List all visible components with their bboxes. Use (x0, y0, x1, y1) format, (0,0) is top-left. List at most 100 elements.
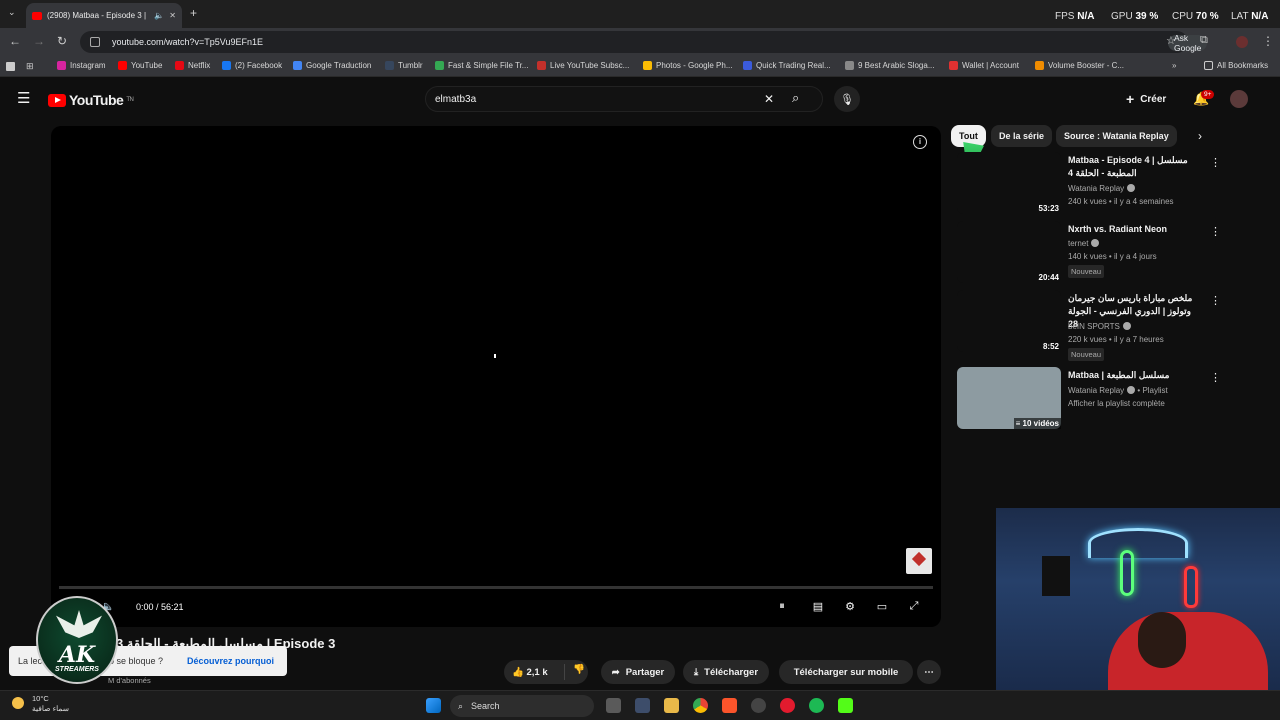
bookmark-6[interactable]: Fast & Simple File Tr... (435, 61, 528, 70)
more-actions-button[interactable]: ⋯ (917, 660, 941, 684)
task-view-icon[interactable] (606, 698, 621, 713)
more-horizontal-icon: ⋯ (924, 666, 934, 678)
chevron-right-icon[interactable]: › (1198, 129, 1202, 143)
more-vert-icon[interactable]: ⋮ (1210, 371, 1221, 384)
side-video-channel[interactable]: beIN SPORTS (1068, 322, 1131, 331)
more-bookmarks-icon[interactable]: » (1172, 61, 1176, 70)
app-icon[interactable] (635, 698, 650, 713)
clear-search-icon[interactable]: ✕ (764, 92, 774, 106)
grid-icon[interactable]: ⊞ (26, 61, 34, 72)
close-tab-icon[interactable]: ✕ (169, 11, 176, 20)
address-bar[interactable]: youtube.com/watch?v=Tp5Vu9EFn1E Ask Goog… (80, 31, 1208, 53)
bookmark-7[interactable]: Live YouTube Subsc... (537, 61, 629, 70)
video-thumbnail[interactable]: 53:23 (957, 152, 1061, 214)
download-button[interactable]: ⤓ Télécharger (683, 660, 769, 684)
learn-why-link[interactable]: Découvrez pourquoi (187, 656, 274, 666)
share-button[interactable]: ➦ Partager (601, 660, 675, 684)
tab-search-icon[interactable]: ⌄ (8, 7, 16, 18)
playlist-item[interactable]: ≡ 10 vidéos Matbaa | مسلسل المطبعة Watan… (955, 367, 1225, 431)
autoplay-toggle-icon[interactable]: ⏸ (774, 600, 790, 614)
browser-tab-active[interactable]: (2908) Matbaa - Episode 3 | 🔈 ✕ (26, 3, 182, 28)
youtube-logo[interactable]: YouTube TN (48, 92, 134, 108)
menu-kebab-icon[interactable]: ⋮ (1262, 34, 1274, 48)
bookmark-8[interactable]: Photos - Google Ph... (643, 61, 733, 70)
side-video-channel[interactable]: Watania Replay (1068, 184, 1136, 193)
share-icon: ➦ (611, 666, 620, 678)
forward-icon[interactable]: → (33, 34, 45, 48)
subtitles-icon[interactable]: ▤ (810, 600, 826, 614)
bookmark-0[interactable]: Instagram (57, 61, 106, 70)
chrome-icon[interactable] (693, 698, 708, 713)
side-video-title[interactable]: Matbaa - Episode 4 | مسلسل المطبعة - الح… (1068, 154, 1202, 180)
playlist-title[interactable]: Matbaa | مسلسل المطبعة (1068, 369, 1202, 382)
side-video-item[interactable]: 53:23 Matbaa - Episode 4 | مسلسل المطبعة … (955, 152, 1225, 218)
download-mobile-button[interactable]: Télécharger sur mobile (779, 660, 913, 684)
profile-avatar[interactable] (1236, 36, 1248, 48)
app-icon-2[interactable] (751, 698, 766, 713)
bookmark-1[interactable]: YouTube (118, 61, 162, 70)
file-explorer-icon[interactable] (664, 698, 679, 713)
more-vert-icon[interactable]: ⋮ (1210, 156, 1221, 169)
youtube-icon (537, 61, 546, 70)
bookmarks-bar: ⊞ Instagram YouTube Netflix (2) Facebook Goo… (0, 56, 1280, 77)
account-avatar[interactable] (1230, 90, 1248, 108)
progress-bar[interactable] (59, 586, 933, 589)
video-thumbnail[interactable]: 20:44 (957, 221, 1061, 283)
video-player[interactable] (51, 126, 941, 627)
new-tab-icon[interactable]: + (190, 6, 197, 20)
speaker-icon[interactable]: 🔈 (154, 11, 164, 20)
site-info-icon[interactable] (90, 37, 100, 47)
kick-icon[interactable] (838, 698, 853, 713)
verified-icon (1127, 184, 1136, 192)
voice-search-button[interactable]: 🎙 (834, 86, 860, 112)
hamburger-menu-icon[interactable]: ☰ (17, 89, 30, 107)
like-button[interactable]: 👍 2,1 k (512, 667, 548, 678)
more-vert-icon[interactable]: ⋮ (1210, 225, 1221, 238)
bookmark-10[interactable]: 9 Best Arabic Sloga... (845, 61, 935, 70)
video-thumbnail[interactable]: 8:52 (957, 290, 1061, 352)
bookmark-9[interactable]: Quick Trading Real... (743, 61, 831, 70)
back-icon[interactable]: ← (9, 34, 21, 48)
chip-series[interactable]: De la série (991, 125, 1053, 147)
channel-logo: AK STREAMERS (36, 596, 118, 684)
opera-icon[interactable] (780, 698, 795, 713)
theater-mode-icon[interactable]: ▭ (874, 600, 890, 614)
bookmark-label: Google Traduction (306, 61, 372, 70)
search-icon[interactable]: ⌕ (792, 90, 799, 106)
search-input[interactable]: elmatb3a ✕ ⌕ (425, 86, 823, 112)
bookmark-label: YouTube (131, 61, 163, 70)
view-full-playlist-link[interactable]: Afficher la playlist complète (1068, 399, 1165, 408)
taskbar-search[interactable]: ⌕ Search (450, 695, 594, 717)
bookmark-5[interactable]: Tumblr (385, 61, 423, 70)
side-video-title[interactable]: Nxrth vs. Radiant Neon (1068, 223, 1202, 236)
bookmark-12[interactable]: Volume Booster - C... (1035, 61, 1124, 70)
tab-title: (2908) Matbaa - Episode 3 | (47, 11, 147, 20)
bookmark-4[interactable]: Google Traduction (293, 61, 371, 70)
bookmark-11[interactable]: Wallet | Account (949, 61, 1019, 70)
more-vert-icon[interactable]: ⋮ (1210, 294, 1221, 307)
settings-gear-icon[interactable]: ⚙ (842, 600, 858, 614)
bookmark-star-icon[interactable]: ☆ (1166, 34, 1176, 47)
create-button[interactable]: + Créer (1126, 91, 1166, 107)
video-duration: 8:52 (1042, 342, 1059, 351)
all-bookmarks-folder[interactable]: All Bookmarks (1204, 61, 1268, 70)
side-video-item[interactable]: 20:44 Nxrth vs. Radiant Neon ternet 140 k v… (955, 221, 1225, 287)
reload-icon[interactable]: ↻ (57, 34, 67, 48)
side-video-item[interactable]: 8:52 ملخص مباراة باريس سان جيرمان وتولوز … (955, 290, 1225, 361)
windows-start-icon[interactable] (426, 698, 441, 713)
extensions-icon[interactable]: ⧉ (1200, 34, 1208, 47)
side-video-channel[interactable]: ternet (1068, 239, 1100, 248)
info-icon[interactable]: i (913, 135, 927, 149)
spotify-icon[interactable] (809, 698, 824, 713)
fullscreen-icon[interactable]: ⤢ (906, 600, 922, 614)
moon-icon (12, 697, 24, 709)
bookmark-2[interactable]: Netflix (175, 61, 210, 70)
channel-watermark[interactable] (906, 548, 932, 574)
bookmark-3[interactable]: (2) Facebook (222, 61, 282, 70)
apps-icon[interactable] (6, 62, 15, 71)
dislike-button[interactable]: 👎 (564, 664, 585, 680)
playlist-thumbnail[interactable]: ≡ 10 vidéos (957, 367, 1061, 429)
chip-source[interactable]: Source : Watania Replay (1056, 125, 1177, 147)
brave-icon[interactable] (722, 698, 737, 713)
browser-tab-strip: ⌄ (2908) Matbaa - Episode 3 | 🔈 ✕ + FPS … (0, 0, 1280, 28)
